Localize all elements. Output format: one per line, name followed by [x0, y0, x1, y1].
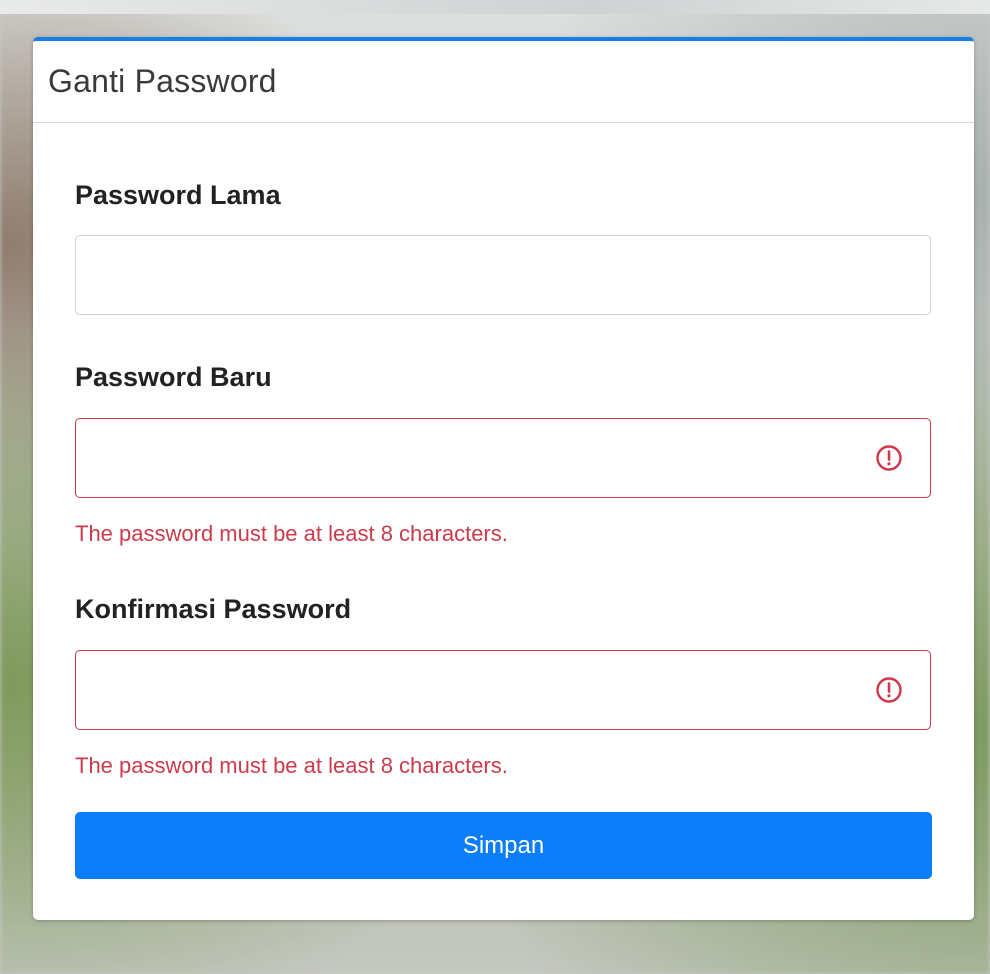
new-password-label: Password Baru — [75, 362, 272, 392]
background-top-strip — [0, 0, 990, 14]
exclamation-circle-icon — [876, 677, 902, 703]
card-header: Ganti Password — [33, 41, 974, 123]
change-password-card: Ganti Password Password Lama Password Ba… — [33, 37, 974, 920]
exclamation-circle-icon — [876, 445, 902, 471]
old-password-label: Password Lama — [75, 180, 281, 210]
card-title: Ganti Password — [48, 63, 277, 99]
save-button[interactable]: Simpan — [75, 812, 932, 879]
new-password-input[interactable] — [75, 418, 931, 498]
confirm-password-error: The password must be at least 8 characte… — [75, 753, 508, 778]
confirm-password-input[interactable] — [75, 650, 931, 730]
confirm-password-label: Konfirmasi Password — [75, 594, 352, 624]
new-password-error: The password must be at least 8 characte… — [75, 521, 508, 546]
old-password-input[interactable] — [75, 235, 931, 315]
